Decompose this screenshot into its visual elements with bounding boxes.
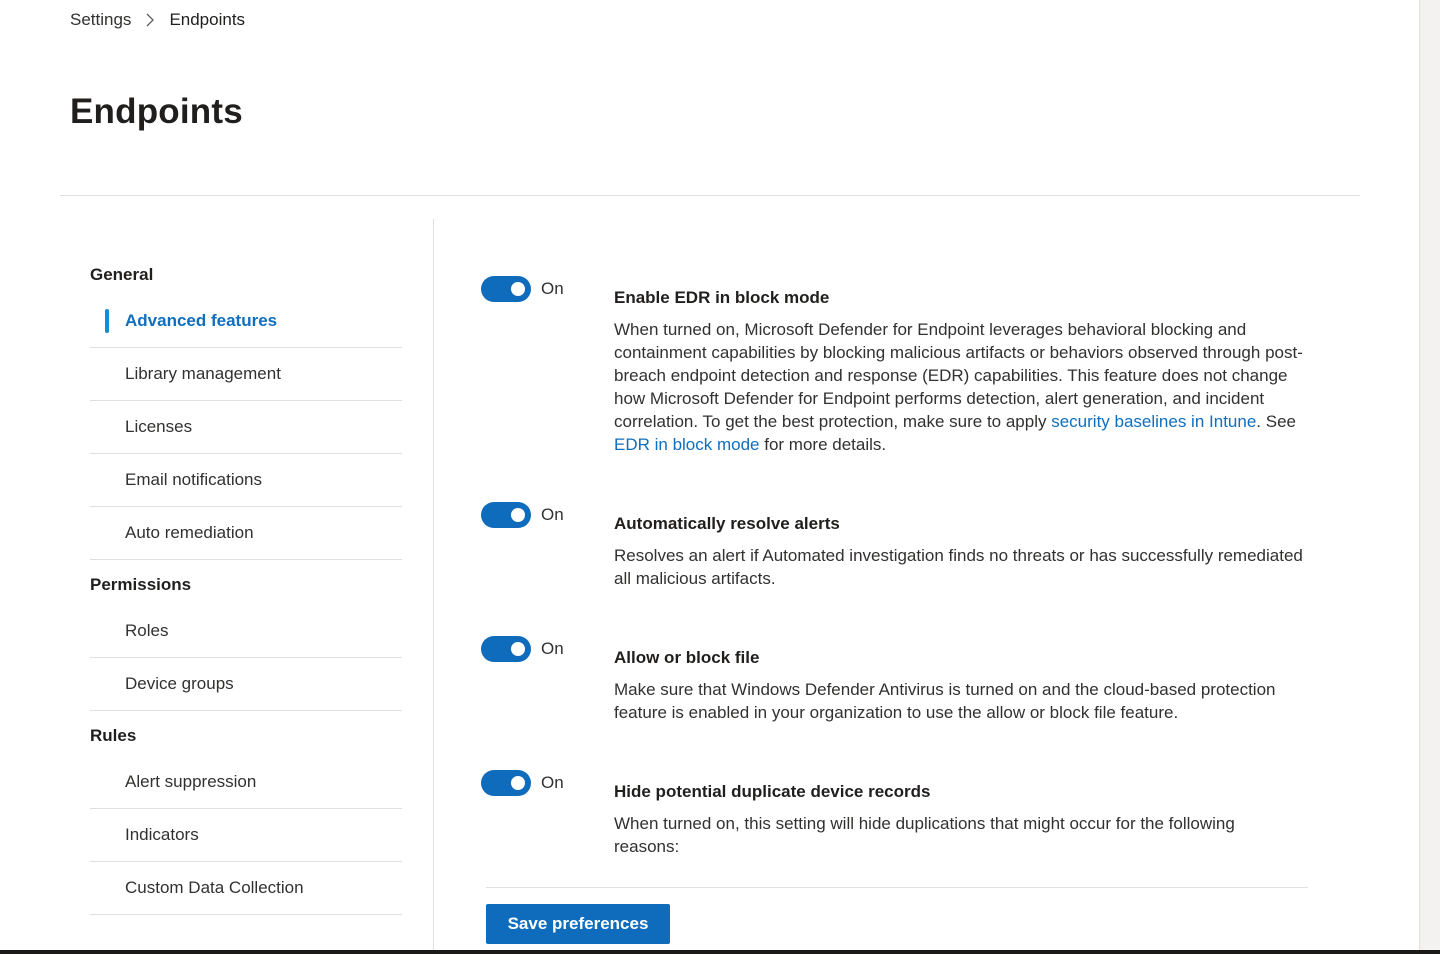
breadcrumb-current: Endpoints — [169, 10, 246, 29]
nav-item-email-notifications[interactable]: Email notifications — [90, 454, 402, 507]
setting-description: When turned on, Microsoft Defender for E… — [614, 318, 1304, 456]
toggle-group: On — [481, 502, 564, 528]
nav-item-indicators[interactable]: Indicators — [90, 809, 402, 862]
save-preferences-button[interactable]: Save preferences — [486, 904, 670, 944]
breadcrumb-settings-link[interactable]: Settings — [70, 10, 131, 30]
setting-allow-block-file: On Allow or block file Make sure that Wi… — [481, 636, 1304, 724]
nav-item-custom-data-collection[interactable]: Custom Data Collection — [90, 862, 402, 915]
footer-divider — [486, 887, 1308, 888]
allow-block-file-toggle[interactable] — [481, 636, 531, 662]
nav-item-advanced-features[interactable]: Advanced features — [90, 295, 402, 348]
toggle-knob — [511, 642, 525, 656]
nav-item-device-groups[interactable]: Device groups — [90, 658, 402, 711]
setting-edr-block-mode: On Enable EDR in block mode When turned … — [481, 276, 1304, 456]
toggle-knob — [511, 776, 525, 790]
toggle-state-label: On — [541, 505, 564, 524]
nav-item-auto-remediation[interactable]: Auto remediation — [90, 507, 402, 560]
toggle-group: On — [481, 770, 564, 796]
setting-body: Hide potential duplicate device records … — [614, 770, 1304, 858]
nav-group-permissions: Permissions — [90, 575, 192, 594]
nav-divider — [433, 219, 434, 954]
settings-nav: General Advanced features Library manage… — [90, 255, 402, 915]
setting-title: Allow or block file — [614, 648, 760, 667]
toggle-group: On — [481, 636, 564, 662]
setting-auto-resolve-alerts: On Automatically resolve alerts Resolves… — [481, 502, 1304, 590]
toggle-state-label: On — [541, 279, 564, 298]
setting-title: Hide potential duplicate device records — [614, 782, 931, 801]
setting-description: When turned on, this setting will hide d… — [614, 814, 1235, 856]
chevron-right-icon — [145, 13, 155, 27]
title-divider — [60, 195, 1360, 196]
toggle-knob — [511, 508, 525, 522]
nav-item-roles[interactable]: Roles — [90, 605, 402, 658]
bottom-edge — [0, 950, 1440, 954]
toggle-state-label: On — [541, 773, 564, 792]
settings-page: Settings Endpoints Endpoints General Adv… — [0, 0, 1420, 954]
toggle-state-label: On — [541, 639, 564, 658]
setting-body: Allow or block file Make sure that Windo… — [614, 636, 1304, 724]
nav-item-alert-suppression[interactable]: Alert suppression — [90, 756, 402, 809]
auto-resolve-alerts-toggle[interactable] — [481, 502, 531, 528]
breadcrumb: Settings Endpoints — [70, 10, 245, 30]
security-baselines-link[interactable]: security baselines in Intune — [1051, 412, 1256, 431]
desc-text: for more details. — [759, 435, 887, 454]
toggle-group: On — [481, 276, 564, 302]
nav-item-library-management[interactable]: Library management — [90, 348, 402, 401]
setting-description: Resolves an alert if Automated investiga… — [614, 546, 1303, 588]
desc-text: . See — [1256, 412, 1296, 431]
hide-duplicate-devices-toggle[interactable] — [481, 770, 531, 796]
setting-body: Enable EDR in block mode When turned on,… — [614, 276, 1304, 456]
setting-hide-duplicate-devices: On Hide potential duplicate device recor… — [481, 770, 1304, 858]
nav-group-rules: Rules — [90, 726, 137, 745]
toggle-knob — [511, 282, 525, 296]
nav-group-general: General — [90, 265, 154, 284]
setting-description: Make sure that Windows Defender Antiviru… — [614, 680, 1276, 722]
setting-body: Automatically resolve alerts Resolves an… — [614, 502, 1304, 590]
page-title: Endpoints — [70, 92, 243, 131]
edr-block-mode-toggle[interactable] — [481, 276, 531, 302]
setting-title: Enable EDR in block mode — [614, 288, 830, 307]
edr-block-mode-link[interactable]: EDR in block mode — [614, 435, 760, 454]
nav-item-licenses[interactable]: Licenses — [90, 401, 402, 454]
setting-title: Automatically resolve alerts — [614, 514, 840, 533]
